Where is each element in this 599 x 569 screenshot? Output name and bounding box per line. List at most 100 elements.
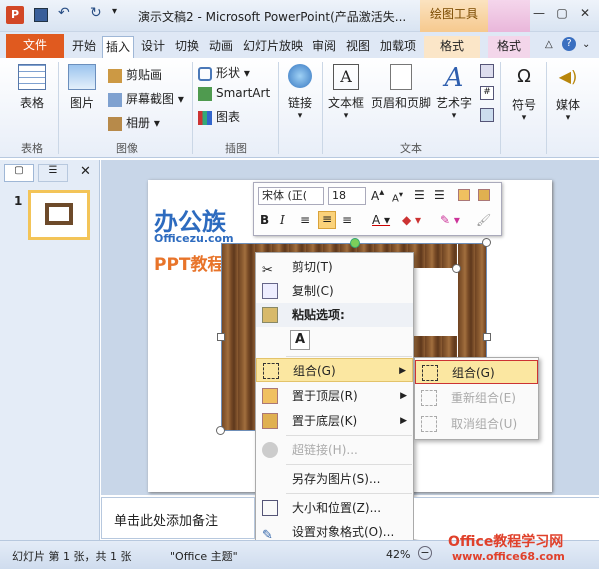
slide-thumbnail[interactable]: [28, 190, 90, 240]
slides-pane: ▢ ☰ ✕ 1: [0, 160, 100, 540]
group-sub-icon: [422, 365, 438, 381]
rotate-handle[interactable]: [350, 238, 360, 248]
wordart-button[interactable]: A 艺术字 ▾: [434, 64, 474, 121]
bold-icon[interactable]: B: [260, 213, 269, 227]
ribbon-tabs: 文件 开始 插入 设计 切换 动画 幻灯片放映 审阅 视图 加载项 格式 格式 …: [0, 32, 599, 58]
album-icon: [108, 116, 122, 131]
theme-name: "Office 主题": [170, 550, 238, 563]
decrease-indent-icon[interactable]: ☰: [414, 188, 425, 202]
tab-review[interactable]: 审阅: [308, 36, 340, 58]
font-size-field[interactable]: 18: [328, 187, 366, 205]
menu-group-label: 组合(G): [293, 364, 336, 378]
table-button[interactable]: 表格: [12, 64, 52, 111]
close-pane-icon[interactable]: ✕: [80, 164, 91, 179]
screenshot-icon: [108, 92, 122, 107]
menu-bring-front[interactable]: 置于顶层(R) ▶: [256, 384, 413, 408]
chart-label: 图表: [216, 110, 241, 124]
resize-handle-ml[interactable]: [217, 333, 225, 341]
bring-front-mini-icon[interactable]: [458, 189, 470, 201]
smartart-label: SmartArt: [216, 86, 271, 100]
group-table-label: 表格: [21, 142, 43, 155]
tab-home[interactable]: 开始: [68, 36, 100, 58]
menu-size-position[interactable]: 大小和位置(Z)...: [256, 496, 413, 520]
font-name-field[interactable]: 宋体 (正(: [258, 187, 324, 205]
notes-pane[interactable]: 单击此处添加备注: [101, 497, 255, 539]
resize-handle-bl[interactable]: [216, 426, 225, 435]
redo-icon[interactable]: ↻: [90, 5, 102, 21]
increase-indent-icon[interactable]: ☰: [434, 188, 445, 202]
menu-group[interactable]: 组合(G) ▶: [256, 358, 413, 382]
group-icon: [263, 363, 279, 379]
slides-tab[interactable]: ▢: [4, 164, 34, 182]
font-color-icon[interactable]: A ▾: [372, 213, 390, 227]
menu-paste-options: 粘贴选项:: [256, 303, 413, 327]
fill-color-icon[interactable]: ◆ ▾: [402, 213, 421, 227]
header-footer-button[interactable]: 页眉和页脚: [370, 64, 432, 111]
shapes-button[interactable]: 形状 ▾: [198, 64, 250, 81]
powerpoint-icon[interactable]: P: [6, 6, 24, 24]
undo-icon[interactable]: ↶: [58, 5, 70, 21]
minimize-ribbon-icon[interactable]: △: [545, 39, 553, 50]
symbol-label: 符号: [511, 98, 536, 112]
media-button[interactable]: ◀) 媒体 ▾: [550, 64, 586, 123]
menu-copy-label: 复制(C): [292, 284, 334, 298]
zoom-out-icon[interactable]: −: [418, 546, 432, 560]
chart-button[interactable]: 图表: [198, 108, 240, 125]
tab-design[interactable]: 设计: [138, 36, 168, 58]
tab-addins[interactable]: 加载项: [376, 36, 420, 58]
ppt-tutorial-text: PPT教程: [154, 255, 225, 275]
tab-view[interactable]: 视图: [342, 36, 374, 58]
resize-handle-tm[interactable]: [452, 264, 461, 273]
zoom-level[interactable]: 42%: [386, 548, 410, 561]
ungroup-icon: [421, 416, 437, 432]
line-color-icon[interactable]: ✎ ▾: [440, 213, 460, 227]
menu-paste-options-label: 粘贴选项:: [292, 308, 345, 322]
minimize-button[interactable]: —: [528, 5, 550, 21]
close-button[interactable]: ✕: [574, 5, 596, 21]
menu-copy[interactable]: 复制(C): [256, 279, 413, 303]
menu-send-back[interactable]: 置于底层(K) ▶: [256, 409, 413, 433]
resize-handle-tr[interactable]: [482, 238, 491, 247]
tab-insert[interactable]: 插入: [102, 36, 134, 58]
shapes-label: 形状: [216, 66, 241, 80]
tab-transitions[interactable]: 切换: [172, 36, 202, 58]
send-back-mini-icon[interactable]: [478, 189, 490, 201]
link-button[interactable]: 链接 ▾: [284, 64, 316, 121]
screenshot-label: 屏幕截图: [126, 92, 175, 106]
italic-icon[interactable]: I: [280, 213, 285, 227]
speaker-icon: ◀): [558, 67, 578, 86]
paste-keep-text-button[interactable]: A: [290, 330, 310, 350]
slide-number-icon[interactable]: #: [480, 86, 494, 100]
align-right-icon[interactable]: ≡: [342, 213, 352, 227]
tab-file[interactable]: 文件: [6, 34, 64, 58]
outline-tab[interactable]: ☰: [38, 164, 68, 182]
help-icon[interactable]: ?: [562, 37, 576, 51]
maximize-button[interactable]: ▢: [551, 5, 573, 21]
tab-animations[interactable]: 动画: [206, 36, 236, 58]
customize-quick-access-icon[interactable]: ▾: [112, 6, 117, 17]
align-left-icon[interactable]: ≡: [300, 213, 310, 227]
screenshot-button[interactable]: 屏幕截图 ▾: [108, 90, 184, 107]
expand-icon[interactable]: ⌄: [582, 39, 590, 50]
album-button[interactable]: 相册 ▾: [108, 114, 160, 131]
smartart-button[interactable]: SmartArt: [198, 86, 270, 101]
tab-slideshow[interactable]: 幻灯片放映: [240, 36, 306, 58]
submenu-group[interactable]: 组合(G): [415, 360, 538, 384]
size-position-icon: [262, 500, 278, 516]
tab-format-drawing[interactable]: 格式: [424, 36, 480, 58]
grow-font-icon[interactable]: A▴: [371, 187, 384, 203]
save-icon[interactable]: [34, 8, 48, 22]
textbox-button[interactable]: A 文本框 ▾: [326, 64, 366, 121]
date-time-icon[interactable]: [480, 64, 494, 78]
symbol-button[interactable]: Ω 符号 ▾: [506, 64, 542, 123]
menu-cut[interactable]: ✂ 剪切(T): [256, 255, 413, 279]
resize-handle-r[interactable]: [483, 333, 491, 341]
format-painter-icon[interactable]: 🖌: [476, 213, 491, 227]
shrink-font-icon[interactable]: A▾: [392, 189, 403, 204]
object-icon[interactable]: [480, 108, 494, 122]
align-center-icon[interactable]: ≡: [318, 211, 336, 229]
tab-format-picture[interactable]: 格式: [488, 36, 530, 58]
clipart-button[interactable]: 剪贴画: [108, 66, 162, 83]
menu-save-as-picture[interactable]: 另存为图片(S)...: [256, 467, 413, 491]
picture-button[interactable]: 图片: [64, 64, 100, 111]
